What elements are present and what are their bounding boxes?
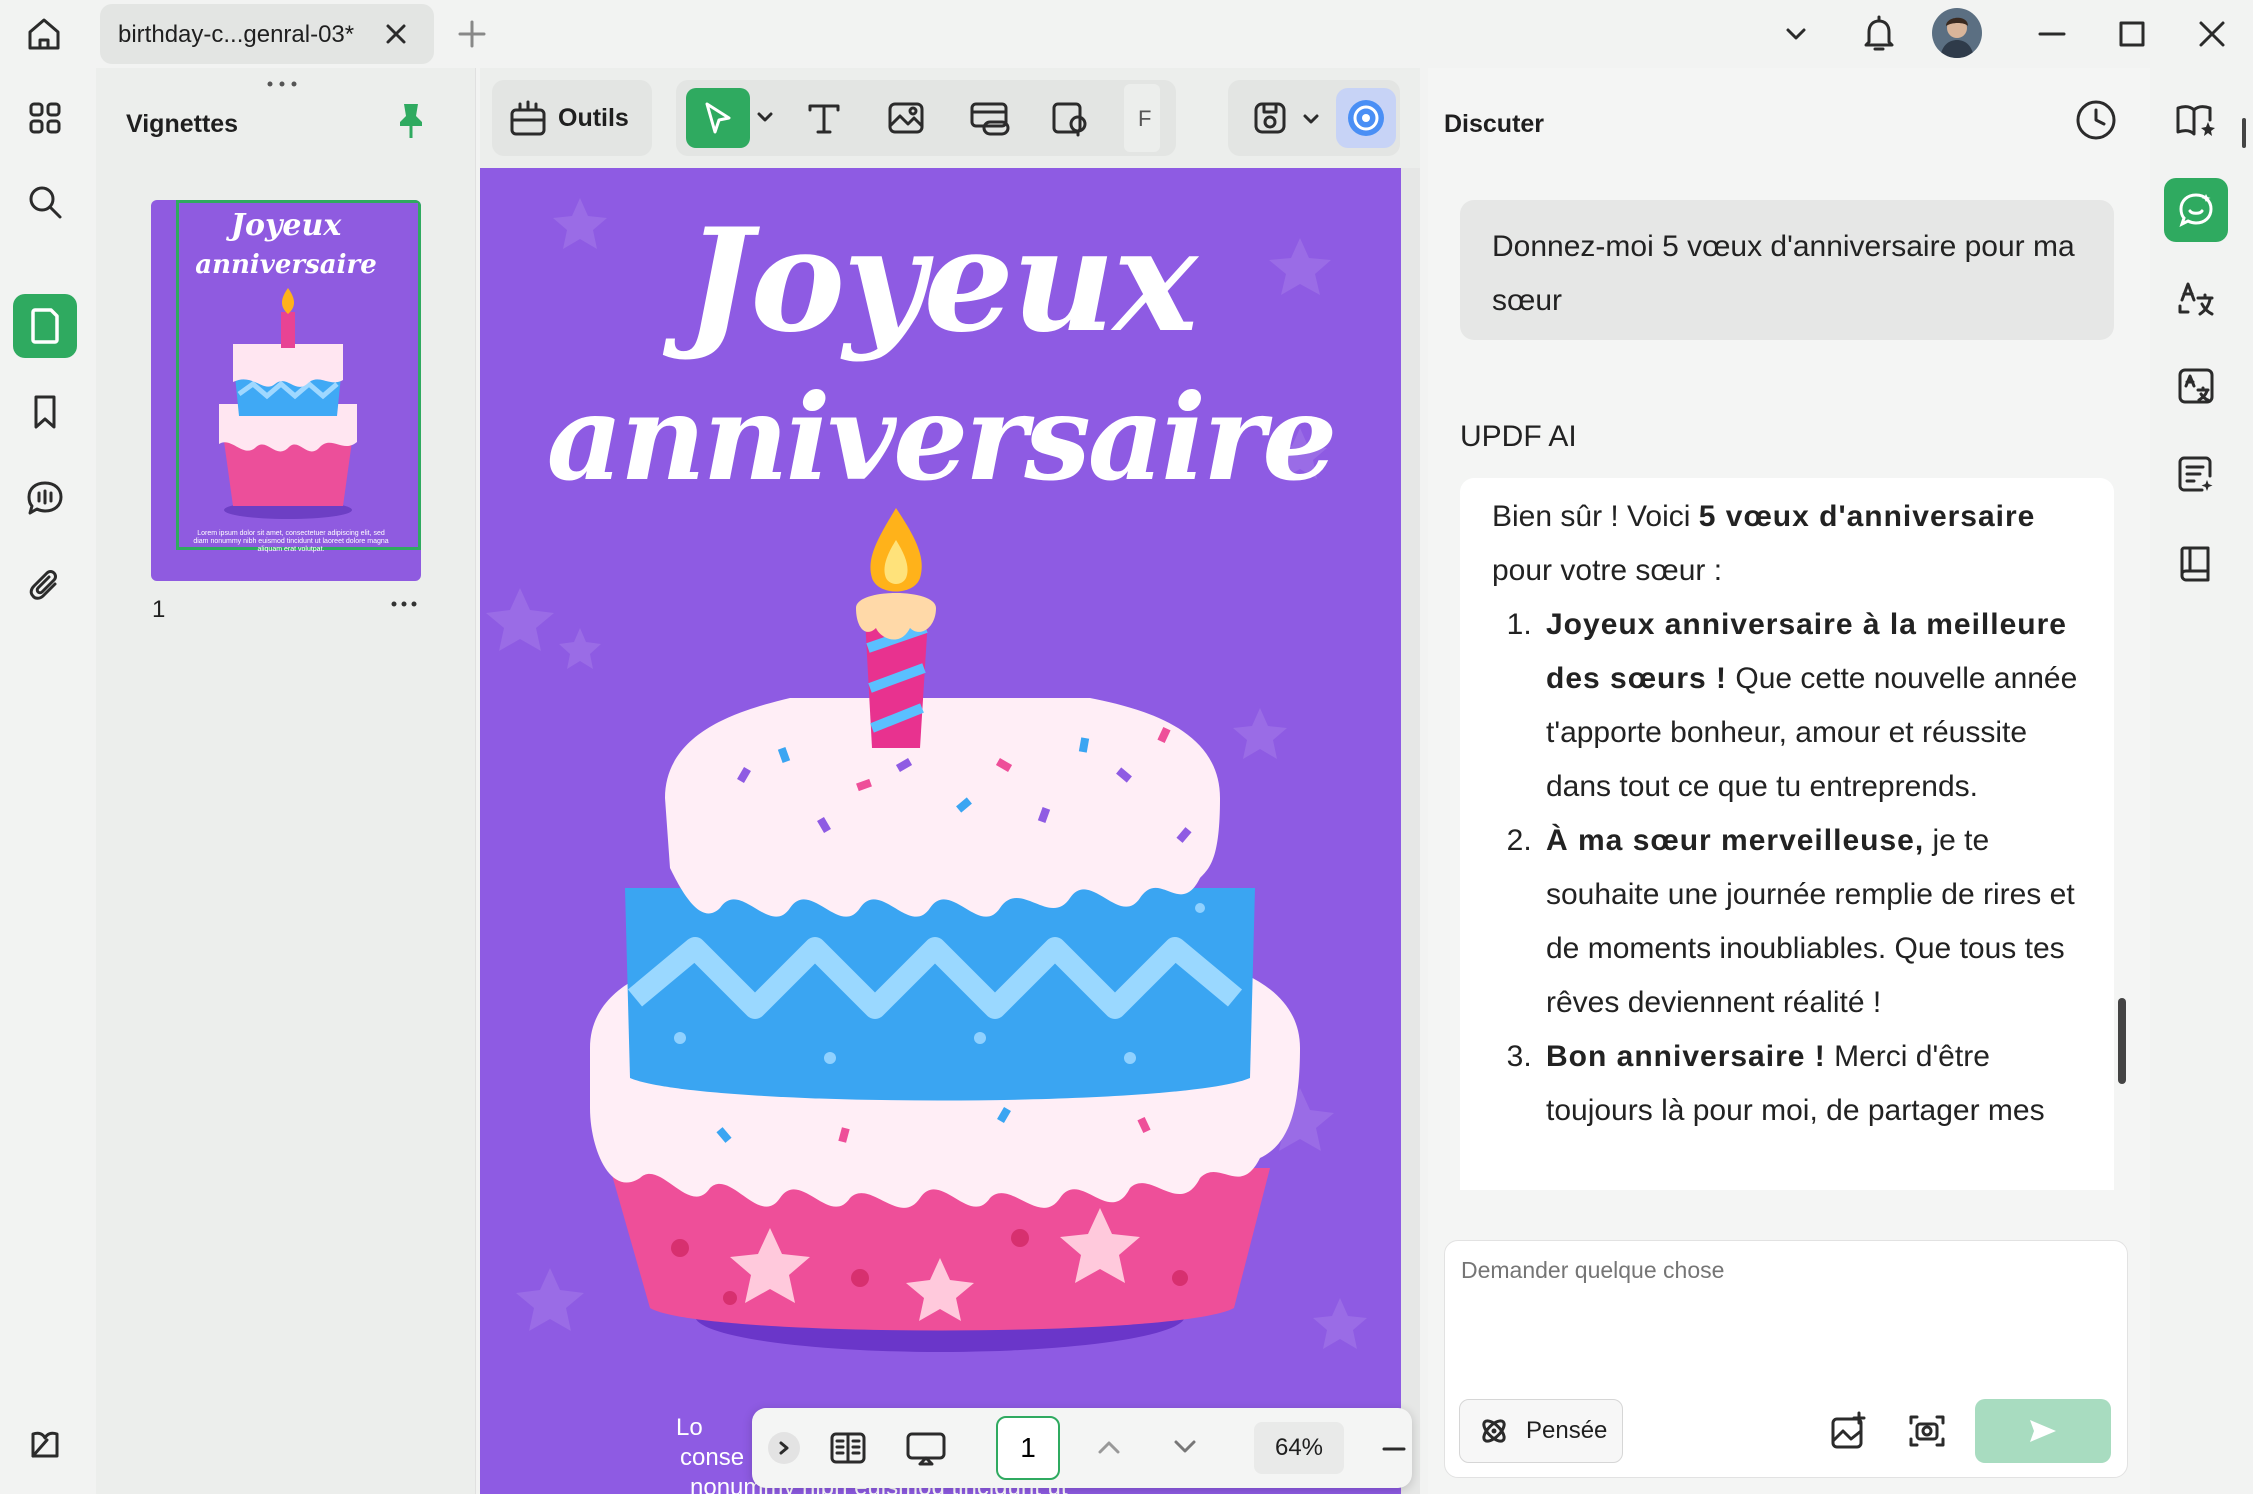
tools-button[interactable]: Outils [492,80,652,156]
pdf-page[interactable]: Joyeux anniversaire Lo conse nonummy nib… [480,168,1401,1494]
image-tool-icon[interactable] [886,98,926,138]
truncated-tool-label: F [1138,106,1152,131]
avatar[interactable] [1932,8,1982,58]
pages-thumbnail-icon[interactable] [13,294,77,358]
title-bar: birthday-c...genral-03* [0,0,2253,68]
truncated-tool-button[interactable]: F [1124,84,1160,152]
thumbnail-page-number: 1 [152,596,166,623]
thumbnail-title-line2: anniversaire [195,250,377,280]
pin-icon[interactable] [394,100,428,140]
toolbar: Outils F [480,68,1420,168]
attachment-icon[interactable] [13,554,77,618]
link-tool-icon[interactable] [968,98,1012,138]
translate-icon[interactable] [2164,266,2228,330]
wish-item: À ma sœur merveilleuse, je te souhaite u… [1540,814,2082,1030]
new-tab-icon[interactable] [456,18,488,50]
collapse-bar-icon[interactable] [768,1432,800,1464]
tab-title: birthday-c...genral-03* [118,21,355,48]
toolbox-icon [508,98,548,138]
select-dropdown-icon[interactable] [756,108,774,126]
thumbnail-more-icon[interactable] [390,596,418,612]
home-icon[interactable] [22,12,66,56]
wish-item: Joyeux anniversaire à la meilleure des s… [1540,598,2082,814]
star-background [486,198,1367,1352]
search-icon[interactable] [13,170,77,234]
chat-input[interactable] [1461,1257,2061,1284]
chat-input-box: Pensée [1444,1240,2128,1478]
layers-icon[interactable] [13,1412,77,1476]
image-upload-icon[interactable] [1829,1411,1869,1451]
ai-intro-bold: 5 vœux d'anniversaire [1698,500,2036,533]
comments-icon[interactable] [13,466,77,530]
tools-label: Outils [558,104,629,132]
ai-message-bubble: Bien sûr ! Voici 5 vœux d'anniversaire p… [1460,478,2114,1190]
thumbnail-footer-text: Lorem ipsum dolor sit amet, consectetuer… [193,530,389,553]
chevron-down-icon[interactable] [1782,20,1810,48]
left-rail [0,68,90,1494]
ai-summary-icon[interactable] [2164,442,2228,506]
save-icon[interactable] [1250,98,1290,138]
rail-edge-indicator [2242,118,2246,148]
right-rail [2150,68,2253,1494]
card-title-line2: anniversaire [546,368,1338,507]
thumbnails-panel: Vignettes Joyeux anniversaire Lorem ipsu… [96,68,476,1494]
atom-icon [1482,1419,1506,1443]
pensee-label: Pensée [1526,1417,1608,1444]
chat-title: Discuter [1444,110,1545,138]
select-cursor-icon[interactable] [686,88,750,148]
text-tool-icon[interactable] [804,98,844,138]
close-window-icon[interactable] [2196,18,2228,50]
page-thumbnail[interactable]: Joyeux anniversaire Lorem ipsum dolor si… [151,200,421,581]
chat-panel: Discuter Donnez-moi 5 vœux d'anniversair… [1428,68,2150,1494]
ai-sender-label: UPDF AI [1460,420,1577,453]
chat-scrollbar[interactable] [2118,998,2126,1084]
document-tab[interactable]: birthday-c...genral-03* [100,4,434,64]
presentation-icon[interactable] [904,1428,948,1468]
bell-icon[interactable] [1860,14,1898,54]
thumbnail-cake-image [219,288,357,519]
maximize-icon[interactable] [2116,18,2148,50]
reader-mode-icon[interactable] [2164,88,2228,152]
user-message-text: Donnez-moi 5 vœux d'anniversaire pour ma… [1492,230,2075,317]
ai-chat-icon[interactable] [2164,178,2228,242]
card-title-line1: Joyeux [685,198,1198,364]
zoom-level[interactable]: 64% [1254,1422,1344,1474]
dictionary-book-icon[interactable] [2164,532,2228,596]
send-button[interactable] [1975,1399,2111,1463]
page-layout-icon[interactable] [828,1428,868,1468]
edit-tools-group: F [676,80,1176,156]
page-number-input[interactable] [996,1416,1060,1480]
ai-intro: Bien sûr ! Voici 5 vœux d'anniversaire p… [1492,500,2036,587]
previous-page-icon[interactable] [1096,1436,1122,1458]
screenshot-icon[interactable] [1907,1411,1947,1451]
save-dropdown-icon[interactable] [1302,110,1320,128]
zoom-out-icon[interactable] [1382,1446,1406,1452]
panel-drag-handle[interactable] [264,78,300,90]
close-tab-icon[interactable] [382,20,410,48]
send-icon [2030,1420,2056,1442]
wish-item: Bon anniversaire ! Merci d'être toujours… [1540,1030,2082,1138]
next-page-icon[interactable] [1172,1436,1198,1458]
minimize-icon[interactable] [2036,18,2068,50]
ocr-translate-icon[interactable] [2164,354,2228,418]
thumbnails-title: Vignettes [126,110,239,138]
footer-text-fragment: Lo [676,1414,703,1441]
footer-text-line2: conse [680,1444,745,1471]
thumbnail-title-line1: Joyeux [230,208,342,243]
page-navigation-bar: 64% [752,1408,1412,1488]
grid-apps-icon[interactable] [13,86,77,150]
bookmark-icon[interactable] [13,380,77,444]
pensee-button[interactable]: Pensée [1459,1399,1623,1463]
wishes-list: Joyeux anniversaire à la meilleure des s… [1492,598,2082,1138]
document-viewer[interactable]: Joyeux anniversaire Lo conse nonummy nib… [480,168,1420,1494]
user-message-bubble: Donnez-moi 5 vœux d'anniversaire pour ma… [1460,200,2114,340]
ai-assistant-icon[interactable] [1336,88,1396,148]
ai-tools-group [1228,80,1400,156]
stamp-tool-icon[interactable] [1050,98,1090,138]
history-clock-icon[interactable] [2074,98,2118,142]
